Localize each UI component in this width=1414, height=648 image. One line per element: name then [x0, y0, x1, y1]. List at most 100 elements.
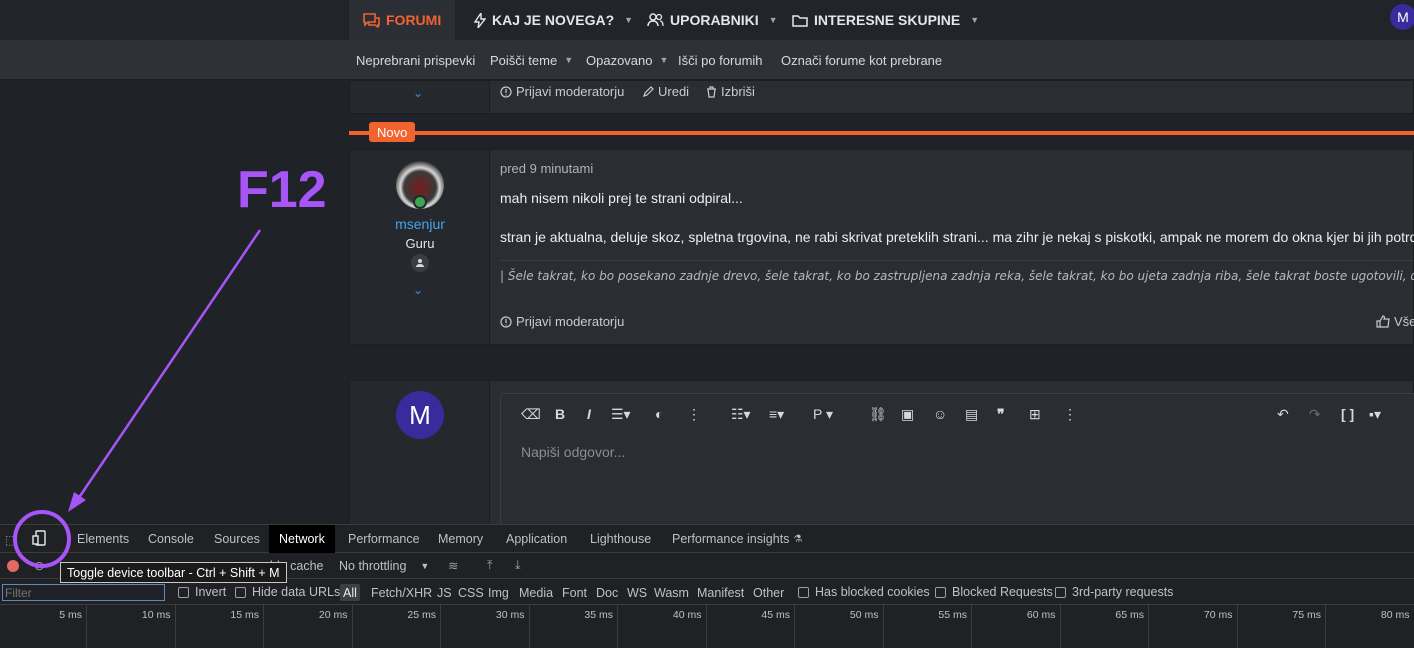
like-button[interactable]: Vše — [1376, 314, 1414, 329]
wifi-icon[interactable]: ≋ — [448, 558, 458, 573]
throttling-value: No throttling — [339, 559, 407, 573]
username-link[interactable]: msenjur — [350, 216, 490, 232]
tab-sources[interactable]: Sources — [204, 525, 270, 553]
filter-type-img[interactable]: Img — [485, 584, 512, 601]
image-icon[interactable]: ▣ — [901, 406, 914, 423]
upload-icon[interactable]: ⤒ — [487, 558, 493, 573]
timeline-tick — [440, 605, 441, 648]
post-msenjur: msenjur Guru ⌄ pred 9 minutami mah nisem… — [349, 149, 1414, 345]
report-label: Prijavi moderatorju — [516, 84, 625, 99]
subnav-poisci-teme-label: Poišči teme — [490, 52, 558, 68]
save-draft-icon[interactable]: ▪▾ — [1369, 406, 1381, 423]
more-icon[interactable]: ⋮ — [1063, 406, 1077, 423]
tab-performance[interactable]: Performance — [338, 525, 430, 553]
user-badge-icon — [411, 254, 429, 272]
like-label: Vše — [1394, 314, 1414, 329]
timeline-tick-label: 55 ms — [938, 609, 967, 621]
paragraph-icon[interactable]: P ▾ — [813, 406, 833, 423]
chevron-down-icon: ▼ — [564, 55, 574, 65]
eraser-icon[interactable]: ⌫ — [521, 406, 541, 423]
text-style-icon[interactable]: ☰▾ — [611, 406, 631, 423]
report-button[interactable]: Prijavi moderatorju — [500, 314, 624, 329]
filter-type-ws[interactable]: WS — [624, 584, 650, 601]
tab-application[interactable]: Application — [496, 525, 577, 553]
invert-checkbox[interactable]: Invert — [178, 585, 226, 599]
timeline-tick — [1059, 605, 1061, 648]
post-user-column: ⌄ — [350, 81, 490, 113]
filter-type-fetch-xhr[interactable]: Fetch/XHR — [368, 584, 435, 601]
tab-memory[interactable]: Memory — [428, 525, 493, 553]
edit-button[interactable]: Uredi — [642, 84, 689, 99]
quote-icon[interactable]: ❞ — [997, 406, 1005, 423]
filter-type-wasm[interactable]: Wasm — [651, 584, 692, 601]
devtools-tab-bar: ⬚ Elements Console Sources Network Perfo… — [0, 525, 1414, 553]
subnav-isci-po-forumih[interactable]: Išči po forumih — [678, 40, 763, 80]
subnav-oznaci-prebrane[interactable]: Označi forume kot prebrane — [781, 40, 942, 80]
list-icon[interactable]: ☷▾ — [731, 406, 751, 423]
smiley-icon[interactable]: ☺ — [933, 406, 947, 422]
filter-type-media[interactable]: Media — [516, 584, 556, 601]
chevron-down-icon[interactable]: ⌄ — [413, 86, 423, 100]
download-icon[interactable]: ⤓ — [515, 558, 521, 573]
tab-lighthouse[interactable]: Lighthouse — [580, 525, 661, 553]
throttling-select[interactable]: No throttling ▼ — [339, 559, 429, 573]
report-label: Prijavi moderatorju — [516, 314, 625, 329]
media-icon[interactable]: ▤ — [965, 406, 978, 423]
blocked-requests-checkbox[interactable]: Blocked Requests — [935, 585, 1053, 599]
avatar[interactable]: M — [396, 391, 444, 439]
timeline-tick — [351, 605, 353, 648]
nav-kaj-je-novega[interactable]: KAJ JE NOVEGA? ▼ — [474, 0, 633, 40]
third-party-checkbox[interactable]: 3rd-party requests — [1055, 585, 1173, 599]
filter-type-other[interactable]: Other — [750, 584, 787, 601]
bbcode-icon[interactable]: [ ] — [1341, 406, 1354, 422]
italic-icon[interactable]: I — [587, 406, 591, 422]
report-button[interactable]: Prijavi moderatorju — [500, 84, 624, 99]
chevron-down-icon[interactable]: ⌄ — [413, 283, 423, 297]
undo-icon[interactable]: ↶ — [1277, 406, 1289, 423]
reply-editor[interactable]: ⌫ B I ☰▾ ◐ ⋮ ☷▾ ≡▾ P ▾ ⛓ ▣ ☺ ▤ ❞ ⊞ ⋮ ↶ ↷… — [500, 393, 1414, 533]
third-party-label: 3rd-party requests — [1072, 585, 1174, 599]
timeline-tick-label: 70 ms — [1203, 609, 1233, 621]
tab-elements[interactable]: Elements — [67, 525, 139, 553]
timeline-tick — [528, 605, 530, 648]
subnav-poisci-teme[interactable]: Poišči teme ▼ — [490, 40, 573, 80]
user-avatar[interactable]: M — [1390, 4, 1414, 30]
blocked-cookies-checkbox[interactable]: Has blocked cookies — [798, 585, 930, 599]
network-timeline: 5 ms 10 ms 15 ms 20 ms 25 ms 30 ms 35 ms 40 ms 4… — [0, 605, 1414, 648]
filter-type-js[interactable]: JS — [434, 584, 455, 601]
filter-type-css[interactable]: CSS — [455, 584, 487, 601]
new-posts-divider — [349, 131, 1414, 135]
more-icon[interactable]: ⋮ — [687, 406, 701, 423]
signature-divider — [500, 260, 1413, 261]
timeline-tick-label: 10 ms — [141, 609, 171, 621]
filter-input[interactable] — [2, 584, 165, 601]
delete-button[interactable]: Izbriši — [706, 84, 755, 99]
blocked-cookies-label: Has blocked cookies — [815, 585, 930, 599]
subnav-opazovano-label: Opazovano — [586, 52, 653, 68]
new-posts-label: Novo — [369, 122, 416, 142]
tab-performance-insights[interactable]: Performance insights ⚗ — [662, 525, 812, 553]
subnav-opazovano[interactable]: Opazovano ▼ — [586, 40, 668, 80]
subnav-neprebrani[interactable]: Neprebrani prispevki — [356, 40, 475, 80]
tab-console[interactable]: Console — [138, 525, 204, 553]
tab-network[interactable]: Network — [269, 525, 335, 553]
nav-forumi[interactable]: FORUMI — [349, 0, 456, 40]
redo-icon[interactable]: ↷ — [1309, 406, 1321, 423]
screen: FORUMI KAJ JE NOVEGA? ▼ UPORABNIKI ▼ INT… — [0, 0, 1414, 648]
post-text-line: stran je aktualna, deluje skoz, spletna … — [500, 229, 1414, 245]
hide-data-urls-checkbox[interactable]: Hide data URLs — [235, 585, 340, 599]
record-icon[interactable] — [7, 560, 19, 572]
filter-type-manifest[interactable]: Manifest — [694, 584, 747, 601]
bold-icon[interactable]: B — [555, 406, 565, 422]
link-icon[interactable]: ⛓ — [869, 406, 887, 423]
filter-type-font[interactable]: Font — [559, 584, 590, 601]
filter-type-doc[interactable]: Doc — [593, 584, 621, 601]
nav-uporabniki[interactable]: UPORABNIKI ▼ — [647, 0, 778, 40]
align-icon[interactable]: ≡▾ — [769, 406, 784, 423]
table-icon[interactable]: ⊞ — [1029, 406, 1041, 423]
filter-type-all[interactable]: All — [340, 584, 360, 601]
post-timestamp[interactable]: pred 9 minutami — [500, 161, 593, 176]
folder-icon — [792, 14, 808, 27]
nav-interesne-skupine[interactable]: INTERESNE SKUPINE ▼ — [792, 0, 979, 40]
palette-icon[interactable]: ◐ — [655, 406, 663, 422]
